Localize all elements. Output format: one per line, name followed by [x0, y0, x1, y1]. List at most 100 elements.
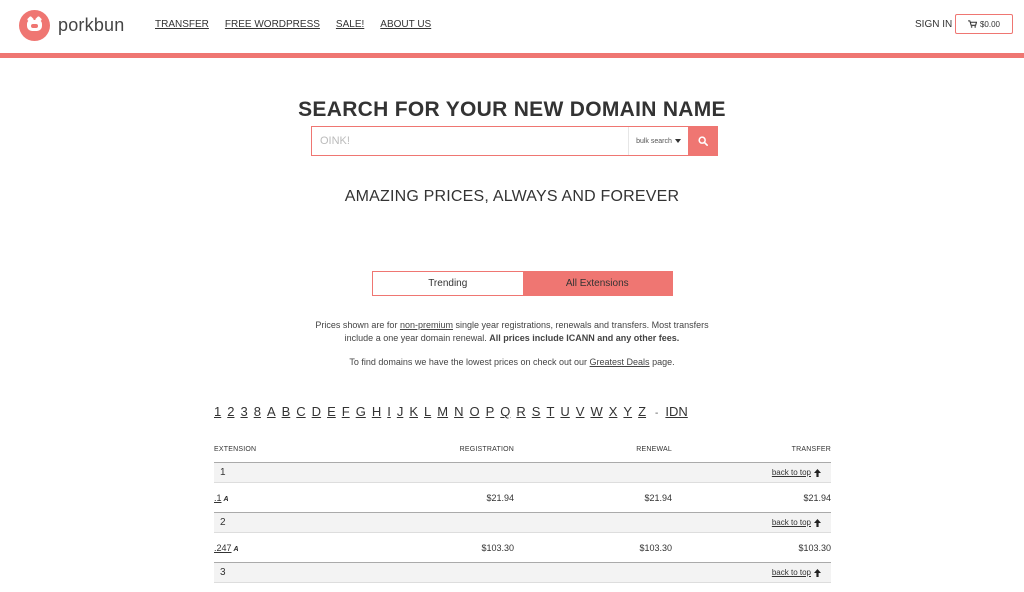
alphabet-link[interactable]: 1 — [214, 404, 221, 419]
group-label: 3 — [220, 567, 226, 578]
badge-icon: A — [233, 545, 239, 553]
alphabet-index: 1 2 3 8 A B C D E F G H I J K L M N O P Q R S T U V W X Y Z - IDN — [214, 404, 694, 419]
tab-all-extensions[interactable]: All Extensions — [522, 272, 672, 295]
header-accent-bar — [0, 53, 1024, 58]
alphabet-link[interactable]: W — [590, 404, 602, 419]
alphabet-link[interactable]: X — [609, 404, 618, 419]
alphabet-link-idn[interactable]: IDN — [665, 404, 687, 419]
alphabet-link[interactable]: R — [516, 404, 525, 419]
alphabet-link[interactable]: 2 — [227, 404, 234, 419]
alphabet-link[interactable]: I — [387, 404, 391, 419]
alphabet-link[interactable]: T — [546, 404, 554, 419]
domain-search-input[interactable] — [312, 127, 628, 155]
arrow-up-icon — [814, 468, 821, 477]
logo-link[interactable]: porkbun — [19, 10, 124, 41]
site-header: porkbun TRANSFER FREE WORDPRESS SALE! AB… — [0, 0, 1024, 53]
alphabet-link[interactable]: P — [486, 404, 495, 419]
alphabet-separator: - — [655, 408, 659, 419]
sign-in-link[interactable]: SIGN IN — [915, 19, 952, 30]
search-button[interactable] — [688, 127, 717, 155]
note-text: To find domains we have the lowest price… — [349, 357, 590, 367]
nav-about-us[interactable]: ABOUT US — [380, 19, 431, 30]
pricing-table: EXTENSION REGISTRATION RENEWAL TRANSFER … — [214, 436, 831, 583]
extension-link[interactable]: .1 — [214, 493, 222, 503]
cart-total: $0.00 — [979, 19, 1001, 29]
domain-search-form: bulk search — [311, 126, 718, 156]
cell-extension: .1 A — [214, 493, 354, 503]
tab-trending[interactable]: Trending — [373, 272, 523, 295]
bulk-search-dropdown[interactable]: bulk search — [628, 127, 688, 155]
cell-transfer: $21.94 — [803, 492, 831, 503]
alphabet-link[interactable]: G — [356, 404, 366, 419]
group-label: 2 — [220, 517, 226, 528]
header-renewal: RENEWAL — [636, 445, 672, 453]
alphabet-link[interactable]: 8 — [254, 404, 261, 419]
alphabet-link[interactable]: A — [267, 404, 276, 419]
table-header: EXTENSION REGISTRATION RENEWAL TRANSFER — [214, 436, 831, 462]
alphabet-link[interactable]: L — [424, 404, 431, 419]
tagline: AMAZING PRICES, ALWAYS AND FOREVER — [344, 188, 680, 205]
nav-sale[interactable]: SALE! — [336, 19, 364, 30]
group-header: 3 back to top — [214, 562, 831, 583]
cell-registration: $21.94 — [486, 492, 514, 503]
alphabet-link[interactable]: Z — [638, 404, 646, 419]
main-nav: TRANSFER FREE WORDPRESS SALE! ABOUT US — [155, 19, 431, 30]
alphabet-link[interactable]: M — [437, 404, 448, 419]
alphabet-link[interactable]: C — [296, 404, 305, 419]
cell-renewal: $21.94 — [644, 492, 672, 503]
pricing-note: Prices shown are for non-premium single … — [300, 319, 724, 345]
badge-icon: A — [223, 495, 229, 503]
bulk-search-label: bulk search — [636, 137, 672, 145]
pig-logo-icon — [19, 10, 50, 41]
back-to-top-label: back to top — [771, 518, 811, 527]
extension-link[interactable]: .247 — [214, 543, 232, 553]
back-to-top-label: back to top — [771, 468, 811, 477]
alphabet-link[interactable]: V — [576, 404, 585, 419]
table-row: .1 A $21.94 $21.94 $21.94 — [214, 483, 831, 512]
greatest-deals-link[interactable]: Greatest Deals — [590, 357, 650, 367]
search-icon — [697, 136, 708, 146]
group-header: 1 back to top — [214, 462, 831, 483]
caret-down-icon — [674, 139, 681, 143]
header-extension: EXTENSION — [214, 445, 257, 453]
extension-tabs: Trending All Extensions — [372, 271, 673, 296]
back-to-top-link[interactable]: back to top — [772, 568, 821, 577]
alphabet-link[interactable]: E — [327, 404, 336, 419]
note-bold-text: All prices include ICANN and any other f… — [489, 333, 680, 343]
alphabet-link[interactable]: S — [532, 404, 541, 419]
group-label: 1 — [220, 467, 226, 478]
cell-renewal: $103.30 — [639, 542, 672, 553]
arrow-up-icon — [814, 568, 821, 577]
alphabet-link[interactable]: N — [454, 404, 463, 419]
back-to-top-link[interactable]: back to top — [772, 468, 821, 477]
back-to-top-link[interactable]: back to top — [772, 518, 821, 527]
deals-note: To find domains we have the lowest price… — [0, 357, 1024, 367]
back-to-top-label: back to top — [771, 568, 811, 577]
note-text: Prices shown are for — [315, 320, 400, 330]
group-header: 2 back to top — [214, 512, 831, 533]
cart-button[interactable]: $0.00 — [955, 14, 1013, 34]
cell-extension: .247 A — [214, 543, 354, 553]
arrow-up-icon — [814, 518, 821, 527]
cart-icon — [968, 20, 977, 28]
alphabet-link[interactable]: B — [282, 404, 291, 419]
alphabet-link[interactable]: O — [469, 404, 479, 419]
alphabet-link[interactable]: F — [342, 404, 350, 419]
search-title: SEARCH FOR YOUR NEW DOMAIN NAME — [298, 98, 726, 121]
note-text: page. — [649, 357, 675, 367]
header-transfer: TRANSFER — [791, 445, 831, 453]
alphabet-link[interactable]: D — [312, 404, 321, 419]
alphabet-link[interactable]: H — [372, 404, 381, 419]
nav-free-wordpress[interactable]: FREE WORDPRESS — [225, 19, 320, 30]
non-premium-link[interactable]: non-premium — [400, 320, 453, 330]
alphabet-link[interactable]: K — [409, 404, 418, 419]
header-registration: REGISTRATION — [459, 445, 514, 453]
alphabet-link[interactable]: J — [397, 404, 404, 419]
alphabet-link[interactable]: 3 — [240, 404, 247, 419]
alphabet-link[interactable]: U — [560, 404, 569, 419]
nav-transfer[interactable]: TRANSFER — [155, 19, 209, 30]
alphabet-link[interactable]: Q — [500, 404, 510, 419]
cell-registration: $103.30 — [481, 542, 514, 553]
alphabet-link[interactable]: Y — [623, 404, 632, 419]
brand-name: porkbun — [58, 15, 125, 35]
